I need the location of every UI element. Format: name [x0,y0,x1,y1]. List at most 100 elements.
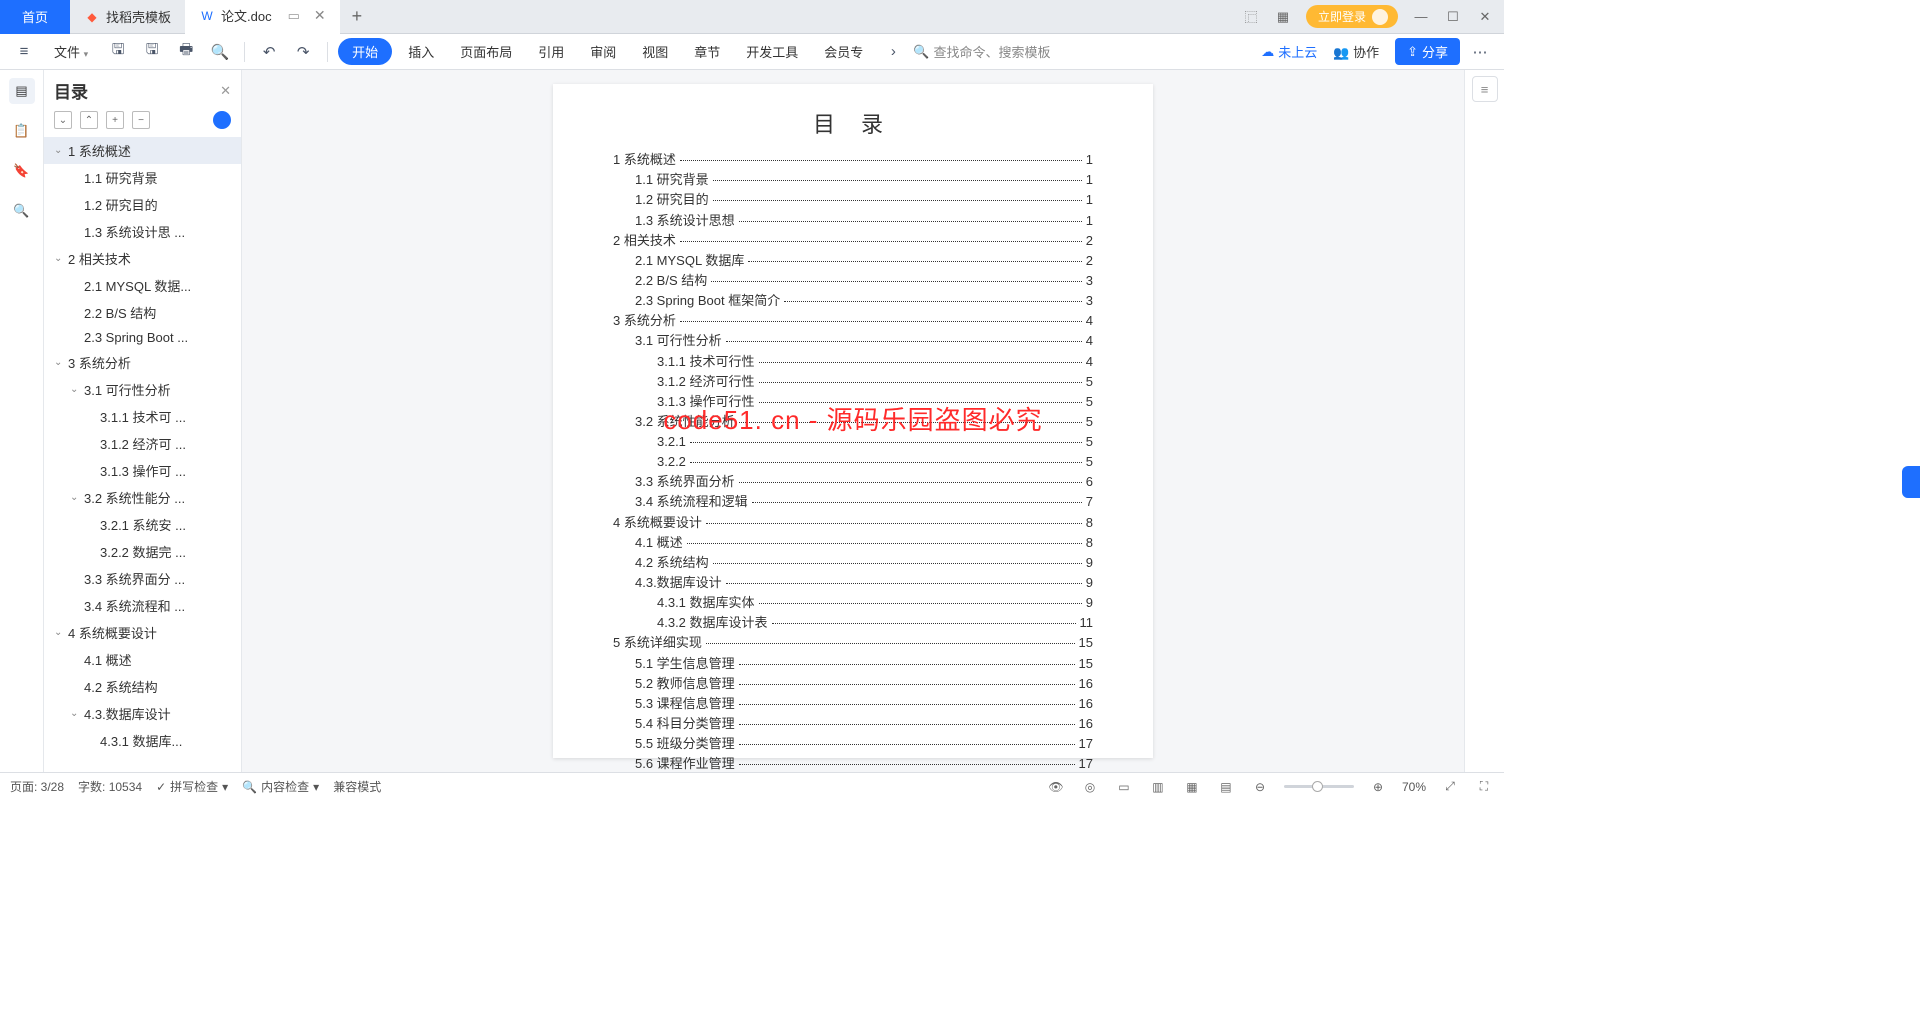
toc-line[interactable]: 3 系统分析4 [613,311,1093,331]
zoom-slider[interactable] [1284,785,1354,788]
toc-line[interactable]: 3.1 可行性分析4 [613,331,1093,351]
menu-developer[interactable]: 开发工具 [736,38,808,65]
outline-icon[interactable]: ▤ [9,78,35,104]
expand-all-icon[interactable]: ⌃ [80,111,98,129]
nav-item[interactable]: ⌄3 系统分析 [44,349,241,376]
nav-item[interactable]: 2.2 B/S 结构 [44,299,241,326]
remove-icon[interactable]: − [132,111,150,129]
menu-start[interactable]: 开始 [338,38,392,65]
toc-line[interactable]: 4 系统概要设计8 [613,513,1093,533]
focus-icon[interactable]: ◎ [1080,777,1100,797]
toc-line[interactable]: 5.2 教师信息管理16 [613,674,1093,694]
toc-line[interactable]: 3.3 系统界面分析6 [613,472,1093,492]
add-icon[interactable]: + [106,111,124,129]
nav-item[interactable]: 1.2 研究目的 [44,191,241,218]
tab-templates[interactable]: ◆找稻壳模板 [70,0,185,34]
toc-line[interactable]: 5.3 课程信息管理16 [613,694,1093,714]
toc-line[interactable]: 5 系统详细实现15 [613,633,1093,653]
nav-item[interactable]: 3.2.1 系统安 ... [44,511,241,538]
close-pane-icon[interactable]: ✕ [220,83,231,99]
word-count[interactable]: 字数: 10534 [78,778,142,795]
outline-mode-icon[interactable]: ▤ [1216,777,1236,797]
close-window-icon[interactable]: ✕ [1476,8,1494,26]
content-check[interactable]: 🔍 内容检查 ▾ [242,778,319,795]
nav-item[interactable]: ⌄1 系统概述 [44,137,241,164]
nav-item[interactable]: 3.2.2 数据完 ... [44,538,241,565]
menu-page-layout[interactable]: 页面布局 [450,38,522,65]
toc-line[interactable]: 4.1 概述8 [613,533,1093,553]
nav-item[interactable]: 4.3.1 数据库... [44,727,241,754]
chevron-right-icon[interactable]: › [879,38,907,66]
document-area[interactable]: 目 录 1 系统概述11.1 研究背景11.2 研究目的11.3 系统设计思想1… [242,70,1464,772]
login-button[interactable]: 立即登录 [1306,5,1398,28]
toc-line[interactable]: 3.1.2 经济可行性5 [613,372,1093,392]
save-icon[interactable]: 🖫 [104,38,132,66]
toc-line[interactable]: 3.1.3 操作可行性5 [613,392,1093,412]
nav-item[interactable]: 1.3 系统设计思 ... [44,218,241,245]
toc-line[interactable]: 1.2 研究目的1 [613,190,1093,210]
nav-item[interactable]: 4.2 系统结构 [44,673,241,700]
collapse-all-icon[interactable]: ⌄ [54,111,72,129]
fullscreen-icon[interactable]: ⛶ [1474,777,1494,797]
share-button[interactable]: ⇪分享 [1395,38,1460,65]
nav-item[interactable]: ⌄2 相关技术 [44,245,241,272]
eye-icon[interactable]: 👁 [1046,777,1066,797]
toc-line[interactable]: 3.2.25 [613,452,1093,472]
toc-line[interactable]: 5.5 班级分类管理17 [613,734,1093,754]
nav-item[interactable]: ⌄4.3.数据库设计 [44,700,241,727]
toc-line[interactable]: 3.2 系统性能分析5 [613,412,1093,432]
toc-line[interactable]: 4.3.数据库设计9 [613,573,1093,593]
tab-home[interactable]: 首页 [0,0,70,34]
toc-line[interactable]: 5.6 课程作业管理17 [613,754,1093,772]
window-mode-icon[interactable]: ▭ [288,8,300,24]
nav-list[interactable]: ⌄1 系统概述1.1 研究背景1.2 研究目的1.3 系统设计思 ...⌄2 相… [44,135,241,772]
zoom-in-icon[interactable]: ⊕ [1368,777,1388,797]
menu-sections[interactable]: 章节 [684,38,730,65]
menu-member[interactable]: 会员专 [814,38,873,65]
print-icon[interactable]: 🖶 [172,38,200,66]
zoom-level[interactable]: 70% [1402,780,1426,794]
nav-item[interactable]: 3.1.2 经济可 ... [44,430,241,457]
nav-item[interactable]: 3.4 系统流程和 ... [44,592,241,619]
collaborate-button[interactable]: 👥 协作 [1323,38,1389,65]
nav-item[interactable]: 2.1 MYSQL 数据... [44,272,241,299]
more-icon[interactable]: ⋯ [1466,38,1494,66]
side-handle[interactable] [1902,466,1920,498]
toc-line[interactable]: 5.4 科目分类管理16 [613,714,1093,734]
nav-item[interactable]: 4.1 概述 [44,646,241,673]
toc-line[interactable]: 3.2.15 [613,432,1093,452]
minimize-icon[interactable]: — [1412,8,1430,26]
menu-icon[interactable]: ≡ [10,38,38,66]
file-menu[interactable]: 文件 ▾ [44,38,98,65]
toc-line[interactable]: 1 系统概述1 [613,150,1093,170]
nav-item[interactable]: 3.1.1 技术可 ... [44,403,241,430]
undo-icon[interactable]: ↶ [255,38,283,66]
find-icon[interactable]: 🔍 [9,198,35,224]
toc-line[interactable]: 2.2 B/S 结构3 [613,271,1093,291]
toc-line[interactable]: 2 相关技术2 [613,231,1093,251]
nav-item[interactable]: ⌄3.2 系统性能分 ... [44,484,241,511]
nav-item[interactable]: ⌄3.1 可行性分析 [44,376,241,403]
apps-icon[interactable]: ▦ [1274,8,1292,26]
new-tab-button[interactable]: + [340,0,375,34]
toc-line[interactable]: 2.1 MYSQL 数据库2 [613,251,1093,271]
save-as-icon[interactable]: 🖫 [138,38,166,66]
nav-item[interactable]: 2.3 Spring Boot ... [44,326,241,349]
toc-line[interactable]: 4.2 系统结构9 [613,553,1093,573]
page-indicator[interactable]: 页面: 3/28 [10,778,64,795]
nav-item[interactable]: 3.1.3 操作可 ... [44,457,241,484]
clipboard-icon[interactable]: 📋 [9,118,35,144]
menu-review[interactable]: 审阅 [580,38,626,65]
nav-item[interactable]: 1.1 研究背景 [44,164,241,191]
nav-item[interactable]: ⌄4 系统概要设计 [44,619,241,646]
cloud-status[interactable]: ☁未上云 [1261,42,1317,61]
zoom-out-icon[interactable]: ⊖ [1250,777,1270,797]
preview-icon[interactable]: 🔍 [206,38,234,66]
fit-width-icon[interactable]: ⤢ [1440,777,1460,797]
toc-line[interactable]: 1.1 研究背景1 [613,170,1093,190]
toc-line[interactable]: 3.4 系统流程和逻辑7 [613,492,1093,512]
page-mode-icon[interactable]: ▥ [1148,777,1168,797]
nav-item[interactable]: 3.3 系统界面分 ... [44,565,241,592]
redo-icon[interactable]: ↷ [289,38,317,66]
web-mode-icon[interactable]: ▦ [1182,777,1202,797]
